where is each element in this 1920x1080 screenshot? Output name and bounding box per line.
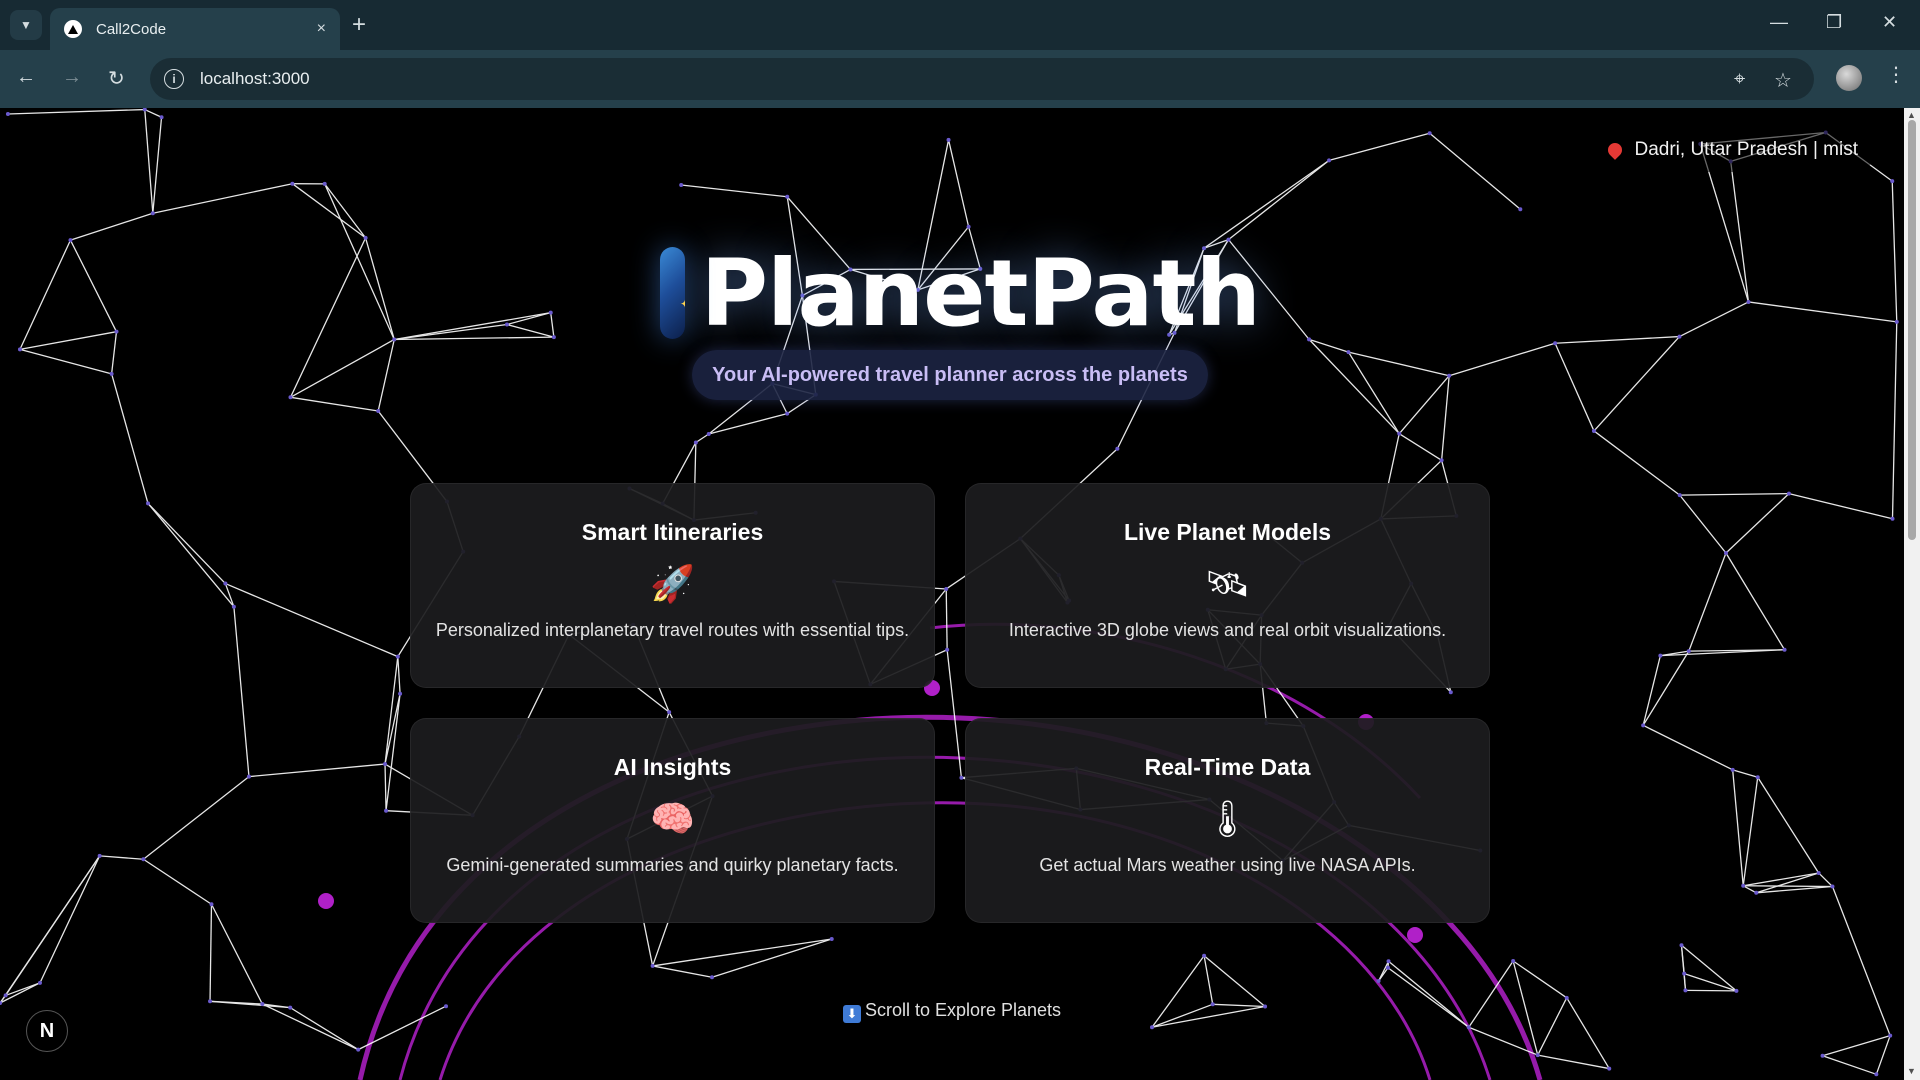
location-text: Dadri, Uttar Pradesh | mist [1634,139,1858,160]
profile-avatar[interactable] [1836,65,1862,91]
back-arrow-icon[interactable]: ← [16,66,36,89]
feature-description: Interactive 3D globe views and real orbi… [1008,620,1447,640]
satellite-icon: 🛰 [1204,563,1251,604]
feature-description: Gemini-generated summaries and quirky pl… [446,855,899,875]
browser-tab-active[interactable]: Call2Code × [50,8,340,50]
thermometer-icon: 🌡 [1204,798,1251,839]
feature-card-real-time-data[interactable]: Real-Time Data 🌡 Get actual Mars weather… [965,718,1490,923]
tab-search-button[interactable]: ▼ [10,10,42,40]
planetpath-logo-icon: ✦ ✦ ✦ [660,247,685,339]
location-pin-icon[interactable]: ⌖ [1734,68,1745,91]
scroll-up-icon[interactable]: ▲ [1907,110,1916,120]
browser-toolbar: ← → ↻ i localhost:3000 ⌖ ☆ ⋮ [0,50,1920,108]
bookmark-star-icon[interactable]: ☆ [1774,68,1792,93]
feature-title: Live Planet Models [1123,519,1332,545]
browser-tabstrip: ▼ Call2Code × + — ❐ ✕ [0,0,1920,50]
restore-icon[interactable]: ❐ [1826,12,1842,33]
feature-title: Real-Time Data [1144,754,1311,780]
reload-icon[interactable]: ↻ [108,66,125,91]
feature-card-ai-insights[interactable]: AI Insights 🧠 Gemini-generated summaries… [410,718,935,923]
nextjs-dev-badge[interactable]: N [26,1010,68,1052]
site-info-icon[interactable]: i [164,69,184,89]
tab-title: Call2Code [96,20,167,38]
chevron-down-icon: ▼ [20,18,32,32]
page-scrollbar[interactable]: ▲ ▼ [1904,108,1920,1080]
address-bar[interactable]: i localhost:3000 ⌖ ☆ [150,58,1814,100]
tagline-pill: Your AI-powered travel planner across th… [692,350,1208,400]
brain-icon: 🧠 [650,798,695,839]
feature-description: Personalized interplanetary travel route… [435,620,910,640]
feature-title: AI Insights [613,754,732,780]
scroll-hint[interactable]: ⬇ Scroll to Explore Planets [0,1000,1904,1023]
rocket-icon: 🚀 [650,563,695,604]
page-viewport: Dadri, Uttar Pradesh | mist ✦ ✦ ✦ Planet… [0,108,1904,1080]
feature-card-smart-itineraries[interactable]: Smart Itineraries 🚀 Personalized interpl… [410,483,935,688]
down-arrow-icon: ⬇ [842,1005,861,1023]
more-menu-icon[interactable]: ⋮ [1886,62,1906,87]
tab-close-icon[interactable]: × [317,20,326,38]
close-window-icon[interactable]: ✕ [1882,12,1897,33]
scroll-down-icon[interactable]: ▼ [1907,1066,1916,1076]
map-pin-icon [1605,140,1626,160]
feature-title: Smart Itineraries [581,519,764,545]
vercel-favicon-icon [64,20,82,38]
page-title: PlanetPath [700,239,1261,347]
feature-card-live-planet-models[interactable]: Live Planet Models 🛰 Interactive 3D glob… [965,483,1490,688]
minimize-icon[interactable]: — [1770,12,1788,33]
new-tab-button[interactable]: + [352,12,366,38]
scrollbar-thumb[interactable] [1908,120,1916,540]
forward-arrow-icon[interactable]: → [62,66,82,89]
address-bar-url[interactable]: localhost:3000 [200,69,310,89]
hero-header: ✦ ✦ ✦ PlanetPath [660,238,1261,348]
scroll-hint-text: Scroll to Explore Planets [864,1000,1062,1020]
feature-description: Get actual Mars weather using live NASA … [1039,855,1416,875]
location-weather-badge: Dadri, Uttar Pradesh | mist [1592,128,1876,172]
